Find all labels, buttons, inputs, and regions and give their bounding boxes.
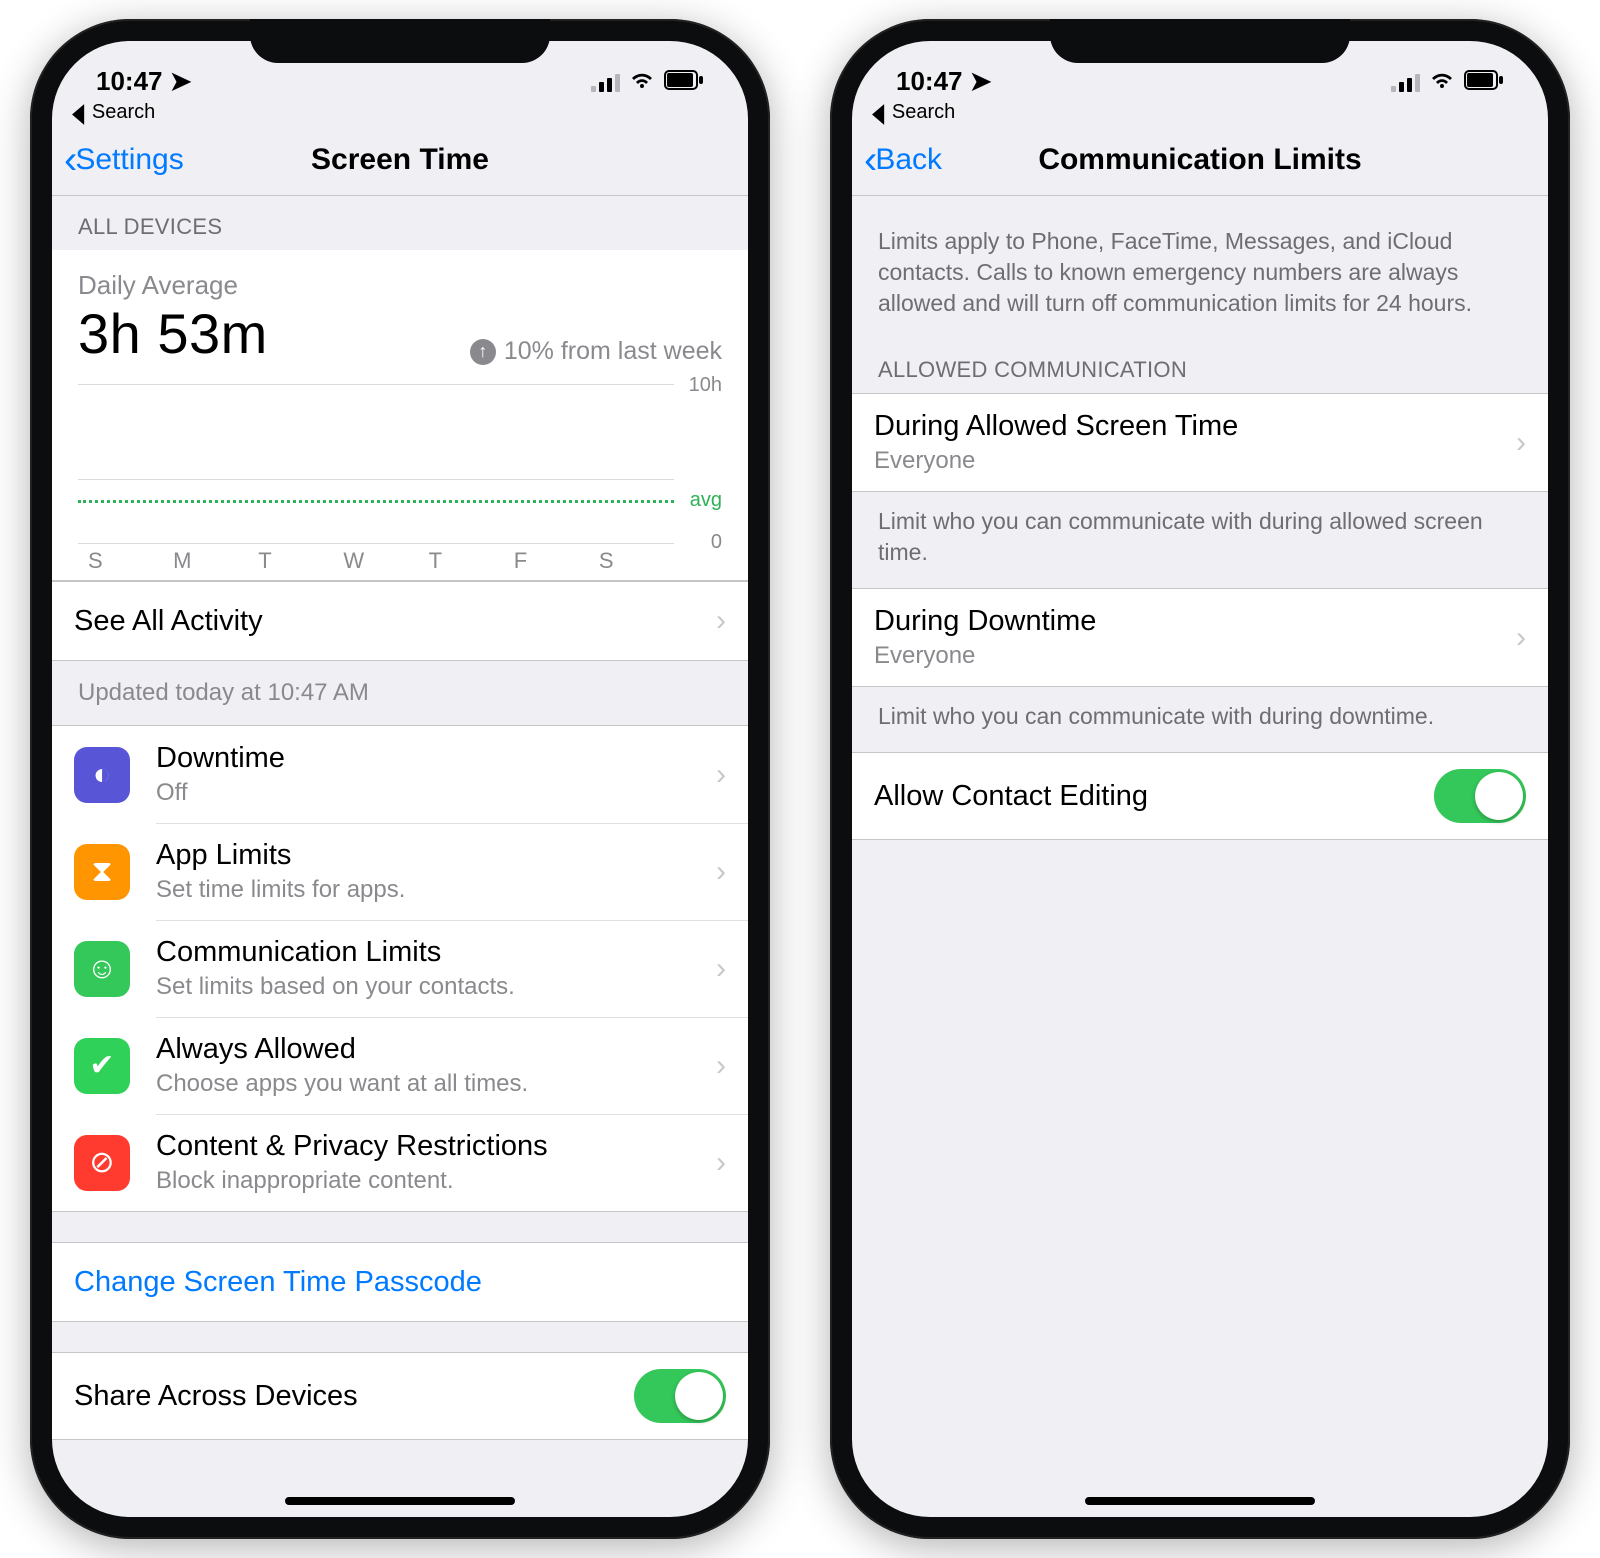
- nav-bar: ‹ Back Communication Limits: [852, 124, 1548, 196]
- option-communication-limits[interactable]: ☺ Communication Limits Set limits based …: [52, 920, 748, 1017]
- row-title: Communication Limits: [156, 936, 716, 969]
- breadcrumb[interactable]: ◀ Search: [52, 101, 748, 124]
- share-across-devices-row[interactable]: Share Across Devices: [52, 1353, 748, 1439]
- passcode-label: Change Screen Time Passcode: [74, 1266, 726, 1299]
- row-during-screen-time[interactable]: During Allowed Screen Time Everyone ›: [852, 394, 1548, 491]
- device-notch: [250, 19, 550, 63]
- option-downtime[interactable]: ◐ Downtime Off ›: [52, 726, 748, 823]
- home-indicator[interactable]: [285, 1497, 515, 1505]
- breadcrumb-label: Search: [892, 101, 955, 123]
- contact-editing-toggle[interactable]: [1434, 769, 1526, 823]
- chart-ymin-label: 0: [711, 531, 722, 554]
- row-sub: Block inappropriate content.: [156, 1167, 716, 1195]
- change-passcode-row[interactable]: Change Screen Time Passcode: [52, 1243, 748, 1321]
- row-footer: Limit who you can communicate with durin…: [852, 687, 1548, 752]
- chevron-right-icon: ›: [716, 855, 726, 889]
- clock-label: 10:47: [96, 66, 163, 96]
- row-sub: Everyone: [874, 447, 1516, 475]
- row-allow-contact-editing[interactable]: Allow Contact Editing: [852, 753, 1548, 839]
- chevron-right-icon: ›: [716, 1049, 726, 1083]
- row-title: Downtime: [156, 742, 716, 775]
- arrow-up-icon: ↑: [470, 339, 496, 365]
- see-all-label: See All Activity: [74, 605, 716, 638]
- usage-chart: avg 10h 0 SMTWTFS: [78, 384, 722, 574]
- downtime-icon: ◐: [74, 747, 130, 803]
- row-footer: Limit who you can communicate with durin…: [852, 492, 1548, 588]
- phone-left: 10:47 ➤ ◀ Search ‹ Settings: [30, 19, 770, 1539]
- summary-delta-label: 10% from last week: [504, 337, 722, 366]
- back-label: Back: [875, 143, 942, 177]
- page-title: Communication Limits: [852, 143, 1548, 177]
- section-header-all-devices: ALL DEVICES: [52, 196, 748, 250]
- usage-summary[interactable]: Daily Average 3h 53m ↑ 10% from last wee…: [52, 250, 748, 581]
- chevron-right-icon: ›: [1516, 621, 1526, 655]
- phone-right: 10:47 ➤ ◀ Search ‹ Back: [830, 19, 1570, 1539]
- status-time: 10:47 ➤: [96, 66, 192, 97]
- option-app-limits[interactable]: ⧗ App Limits Set time limits for apps. ›: [52, 823, 748, 920]
- status-right: [591, 66, 704, 97]
- check-badge-icon: ✔: [74, 1038, 130, 1094]
- section-header-allowed: ALLOWED COMMUNICATION: [852, 339, 1548, 393]
- option-always-allowed[interactable]: ✔ Always Allowed Choose apps you want at…: [52, 1017, 748, 1114]
- location-icon: ➤: [170, 66, 192, 96]
- battery-icon: [1464, 66, 1504, 97]
- location-icon: ➤: [970, 66, 992, 96]
- back-button[interactable]: ‹ Back: [864, 143, 942, 177]
- chart-avg-label: avg: [690, 489, 722, 512]
- breadcrumb-caret-icon: ◀: [872, 96, 884, 130]
- clock-label: 10:47: [896, 66, 963, 96]
- row-title: Content & Privacy Restrictions: [156, 1130, 716, 1163]
- chevron-right-icon: ›: [716, 952, 726, 986]
- row-sub: Set time limits for apps.: [156, 876, 716, 904]
- back-label: Settings: [75, 143, 183, 177]
- chevron-right-icon: ›: [716, 604, 726, 638]
- device-notch: [1050, 19, 1350, 63]
- chart-ymax-label: 10h: [689, 374, 722, 397]
- breadcrumb-label: Search: [92, 101, 155, 123]
- home-indicator[interactable]: [1085, 1497, 1315, 1505]
- updated-label: Updated today at 10:47 AM: [52, 661, 748, 725]
- status-right: [1391, 66, 1504, 97]
- summary-label: Daily Average: [78, 270, 722, 301]
- contact-icon: ☺: [74, 941, 130, 997]
- row-sub: Off: [156, 779, 716, 807]
- row-sub: Choose apps you want at all times.: [156, 1070, 716, 1098]
- chevron-right-icon: ›: [1516, 426, 1526, 460]
- summary-delta: ↑ 10% from last week: [470, 337, 722, 366]
- breadcrumb[interactable]: ◀ Search: [852, 101, 1548, 124]
- share-label: Share Across Devices: [74, 1380, 634, 1413]
- row-during-downtime[interactable]: During Downtime Everyone ›: [852, 589, 1548, 686]
- row-title: Always Allowed: [156, 1033, 716, 1066]
- summary-value: 3h 53m: [78, 301, 268, 366]
- screen-left: 10:47 ➤ ◀ Search ‹ Settings: [52, 41, 748, 1517]
- status-time: 10:47 ➤: [896, 66, 992, 97]
- option-content-restrictions[interactable]: ⊘ Content & Privacy Restrictions Block i…: [52, 1114, 748, 1211]
- intro-text: Limits apply to Phone, FaceTime, Message…: [852, 196, 1548, 339]
- chevron-right-icon: ›: [716, 1146, 726, 1180]
- row-title: During Downtime: [874, 605, 1516, 638]
- breadcrumb-caret-icon: ◀: [72, 96, 84, 130]
- row-title: Allow Contact Editing: [874, 780, 1434, 813]
- screen-right: 10:47 ➤ ◀ Search ‹ Back: [852, 41, 1548, 1517]
- nav-bar: ‹ Settings Screen Time: [52, 124, 748, 196]
- row-sub: Everyone: [874, 642, 1516, 670]
- chevron-right-icon: ›: [716, 758, 726, 792]
- row-title: App Limits: [156, 839, 716, 872]
- share-toggle[interactable]: [634, 1369, 726, 1423]
- no-entry-icon: ⊘: [74, 1135, 130, 1191]
- row-sub: Set limits based on your contacts.: [156, 973, 716, 1001]
- wifi-icon: [628, 66, 656, 97]
- options-list: ◐ Downtime Off › ⧗ App Limits Set time l…: [52, 725, 748, 1212]
- battery-icon: [664, 66, 704, 97]
- cellular-icon: [1391, 72, 1420, 92]
- back-button[interactable]: ‹ Settings: [64, 143, 184, 177]
- cellular-icon: [591, 72, 620, 92]
- wifi-icon: [1428, 66, 1456, 97]
- row-title: During Allowed Screen Time: [874, 410, 1516, 443]
- hourglass-icon: ⧗: [74, 844, 130, 900]
- see-all-activity-row[interactable]: See All Activity ›: [52, 582, 748, 660]
